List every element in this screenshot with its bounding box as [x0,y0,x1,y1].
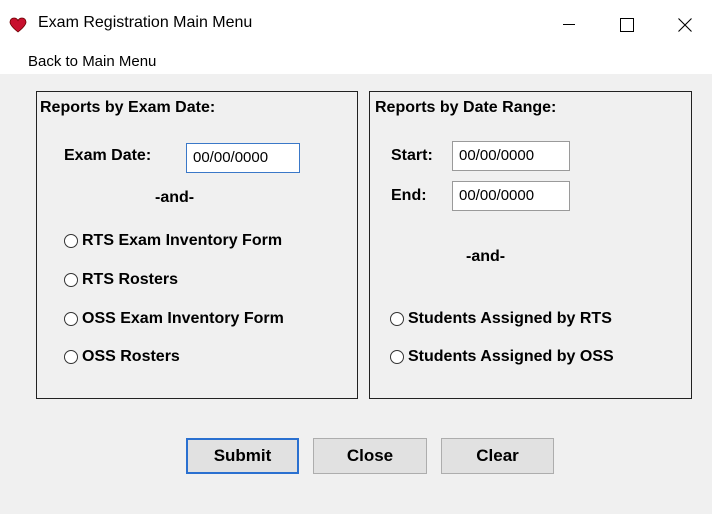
radio-label: RTS Exam Inventory Form [82,232,283,249]
radio-circle [390,350,404,364]
radio-circle [64,234,78,248]
radio-rts-rosters[interactable]: RTS Rosters [64,271,178,289]
close-button[interactable] [662,0,708,50]
close-button[interactable]: Close [313,438,427,474]
radio-circle [64,273,78,287]
date-range-group-title: Reports by Date Range: [375,99,557,116]
radio-circle [64,350,78,364]
radio-oss-rosters[interactable]: OSS Rosters [64,348,180,366]
radio-circle [64,312,78,326]
radio-label: Students Assigned by RTS [408,310,612,327]
radio-label: RTS Rosters [82,271,179,288]
exam-date-group-title: Reports by Exam Date: [40,99,216,116]
menu-item-back-to-main-menu[interactable]: Back to Main Menu [28,53,156,70]
menu-bar: Back to Main Menu [0,50,712,74]
radio-label: OSS Exam Inventory Form [82,310,284,327]
exam-date-group: Reports by Exam Date: Exam Date: 00/00/0… [36,91,358,399]
start-date-input[interactable]: 00/00/0000 [452,141,570,171]
form-client-area: Reports by Exam Date: Exam Date: 00/00/0… [0,74,712,514]
title-bar: Exam Registration Main Menu [0,0,712,50]
clear-button[interactable]: Clear [441,438,554,474]
radio-oss-exam-inventory-form[interactable]: OSS Exam Inventory Form [64,310,284,328]
radio-students-assigned-by-rts[interactable]: Students Assigned by RTS [390,310,612,328]
exam-date-label: Exam Date: [64,147,152,164]
end-label: End: [391,187,427,204]
radio-circle [390,312,404,326]
and-label: -and- [466,248,506,265]
submit-button[interactable]: Submit [186,438,299,474]
and-label: -and- [155,189,195,206]
date-range-group: Reports by Date Range: Start: 00/00/0000… [369,91,692,399]
window-title: Exam Registration Main Menu [38,14,253,31]
exam-date-input[interactable]: 00/00/0000 [186,143,300,173]
maximize-icon [620,18,634,32]
maximize-button[interactable] [604,0,650,50]
minimize-button[interactable] [546,0,592,50]
radio-rts-exam-inventory-form[interactable]: RTS Exam Inventory Form [64,232,282,250]
start-label: Start: [391,147,433,164]
end-date-input[interactable]: 00/00/0000 [452,181,570,211]
heart-icon[interactable] [9,17,27,33]
radio-label: OSS Rosters [82,348,180,365]
radio-label: Students Assigned by OSS [408,348,614,365]
radio-students-assigned-by-oss[interactable]: Students Assigned by OSS [390,348,614,366]
close-icon [678,18,692,32]
minimize-icon [563,24,575,26]
